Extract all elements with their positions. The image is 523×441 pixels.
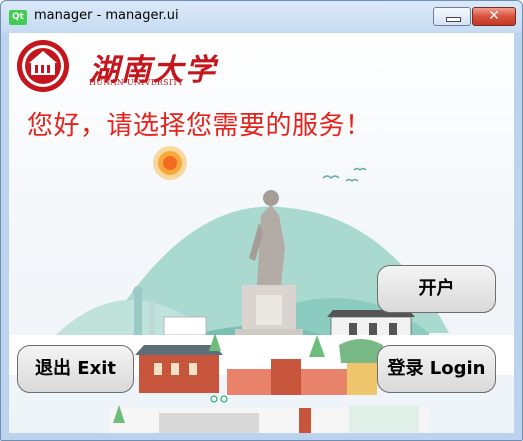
birds-icon <box>322 167 367 182</box>
university-seal-icon <box>17 40 69 92</box>
title-bar[interactable]: Qt manager - manager.ui ✕ <box>1 1 522 33</box>
close-button[interactable]: ✕ <box>472 7 516 26</box>
login-button[interactable]: 登录 Login <box>377 345 496 393</box>
open-account-button[interactable]: 开户 <box>377 265 496 313</box>
window-title: manager - manager.ui <box>34 8 179 23</box>
minimize-button[interactable] <box>433 7 471 26</box>
qt-app-icon: Qt <box>9 10 27 25</box>
exit-button[interactable]: 退出 Exit <box>17 345 134 393</box>
greeting-label: 您好，请选择您需要的服务！ <box>27 111 372 141</box>
university-name-en: HUNAN UNIVERSITY <box>89 78 184 87</box>
main-window: Qt manager - manager.ui ✕ 湖南大学 HUNAN UNI… <box>0 0 523 441</box>
client-area: 湖南大学 HUNAN UNIVERSITY 您好，请选择您需要的服务！ 开户 退… <box>9 33 514 433</box>
